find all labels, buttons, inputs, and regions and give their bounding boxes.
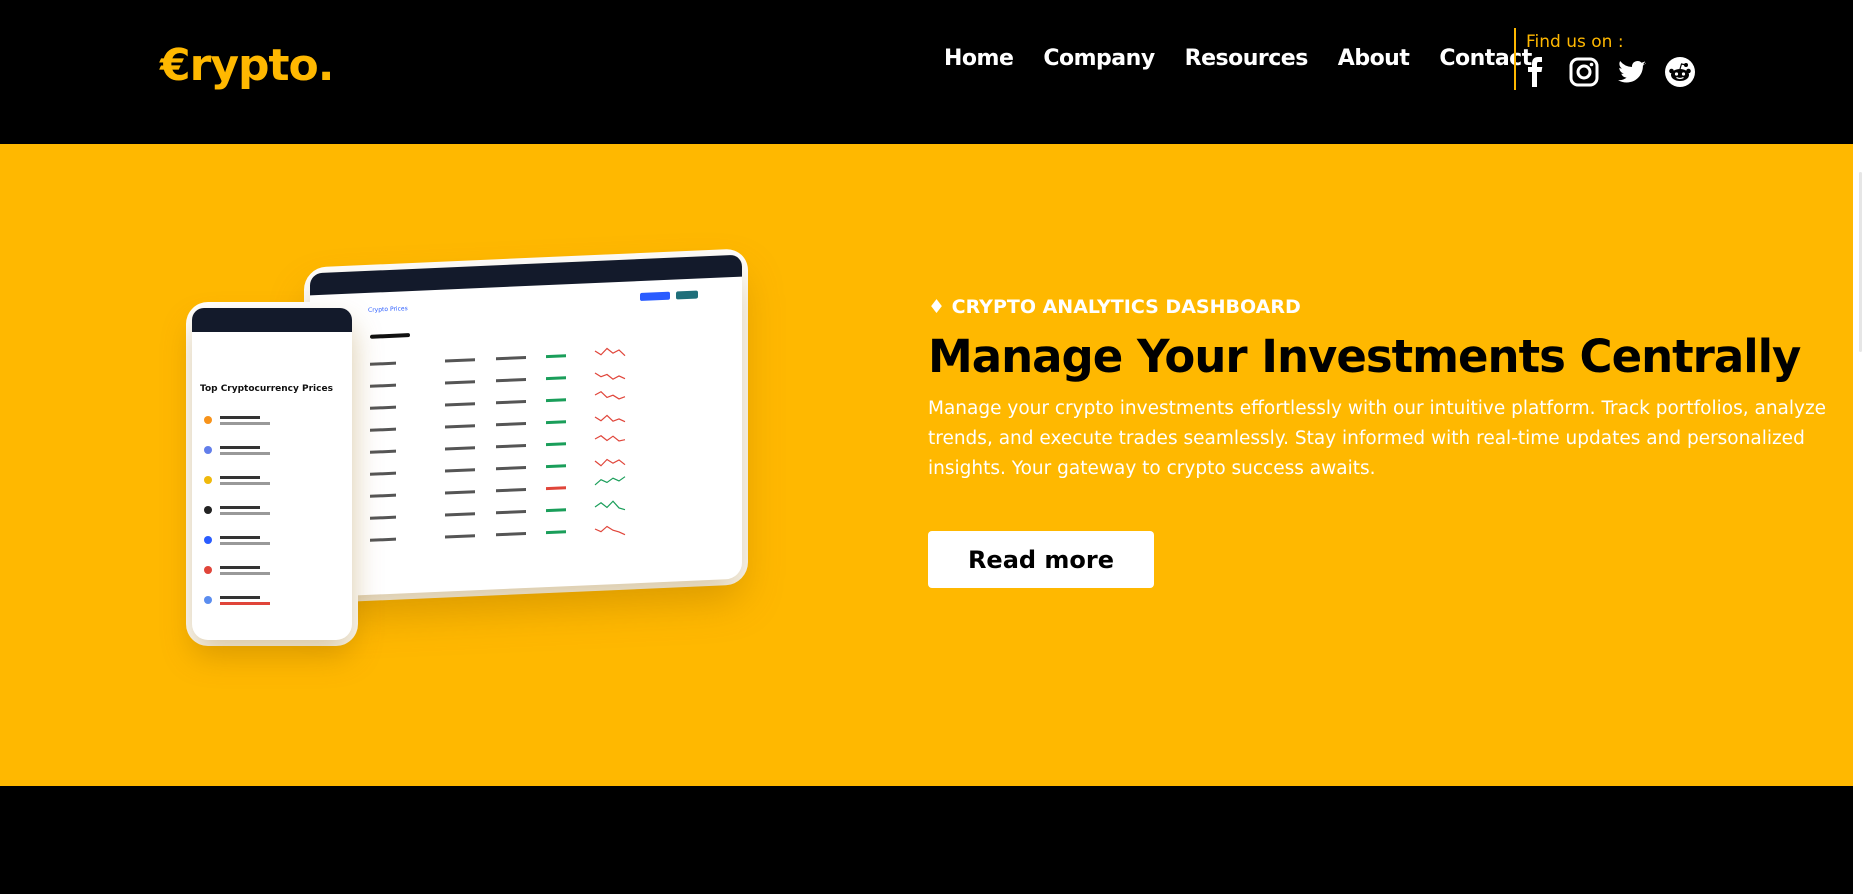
next-section	[0, 786, 1853, 894]
scrollbar-thumb[interactable]	[1859, 172, 1862, 352]
read-more-button[interactable]: Read more	[928, 531, 1154, 588]
site-header: €rypto. Home Company Resources About Con…	[0, 0, 1853, 144]
nav-contact[interactable]: Contact	[1439, 46, 1532, 71]
hero-eyebrow: ♦ CRYPTO ANALYTICS DASHBOARD	[928, 296, 1301, 318]
social-label: Find us on :	[1526, 32, 1624, 52]
header-divider	[1514, 28, 1516, 90]
hero-title: Manage Your Investments Centrally	[928, 330, 1801, 383]
social-links	[1520, 56, 1696, 88]
tablet-mockup: Crypto Prices	[310, 254, 742, 598]
scrollbar-track[interactable]	[1853, 0, 1869, 894]
hero-description: Manage your crypto investments effortles…	[928, 398, 1827, 479]
facebook-icon[interactable]	[1520, 56, 1552, 88]
main-nav: Home Company Resources About Contact	[944, 46, 1532, 71]
phone-heading: Top Cryptocurrency Prices	[200, 384, 333, 394]
nav-company[interactable]: Company	[1043, 46, 1155, 71]
brand-logo[interactable]: €rypto.	[160, 40, 334, 91]
phone-mockup: Top Cryptocurrency Prices	[192, 308, 352, 640]
phone-topbar	[192, 308, 352, 332]
tablet-price-table	[370, 290, 698, 542]
phone-coin-list	[204, 416, 270, 605]
nav-home[interactable]: Home	[944, 46, 1014, 71]
nav-resources[interactable]: Resources	[1185, 46, 1309, 71]
twitter-icon[interactable]	[1616, 56, 1648, 88]
reddit-icon[interactable]	[1664, 56, 1696, 88]
instagram-icon[interactable]	[1568, 56, 1600, 88]
nav-about[interactable]: About	[1338, 46, 1410, 71]
